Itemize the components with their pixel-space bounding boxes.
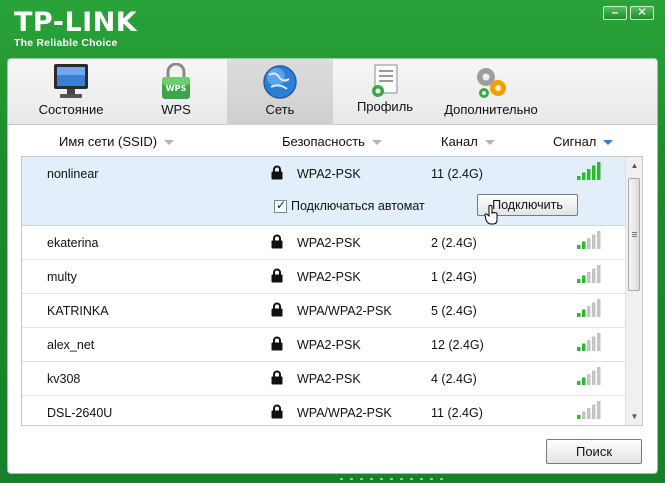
lock-icon (271, 165, 283, 183)
network-ssid: ekaterina (47, 236, 99, 250)
svg-text:WPS: WPS (166, 84, 187, 93)
hand-cursor-icon (484, 205, 500, 228)
signal-strength-icon (576, 400, 602, 423)
signal-strength-icon (576, 230, 602, 253)
network-ssid: DSL-2640U (47, 406, 113, 420)
scroll-thumb[interactable] (628, 178, 640, 291)
minimize-button[interactable]: – (603, 6, 627, 20)
document-icon (368, 63, 402, 104)
table-row[interactable]: alex_net WPA2-PSK 12 (2.4G) (22, 328, 626, 362)
wps-lock-icon: WPS (158, 62, 194, 104)
network-channel: 5 (2.4G) (431, 304, 477, 318)
tab-advanced-label: Дополнительно (444, 102, 538, 117)
tab-profile[interactable]: Профиль (335, 59, 435, 125)
signal-strength-icon (576, 332, 602, 355)
table-row-selected[interactable]: nonlinear WPA2-PSK 11 (2.4G) Подключатьс… (22, 157, 626, 226)
column-header-channel[interactable]: Канал (441, 134, 495, 149)
auto-connect-checkbox[interactable] (274, 198, 287, 213)
lock-icon (271, 336, 283, 354)
network-ssid: KATRINKA (47, 304, 109, 318)
scroll-up-arrow-icon[interactable]: ▲ (626, 157, 642, 174)
lock-icon (271, 302, 283, 320)
bottom-edge-decoration (340, 478, 443, 480)
table-row[interactable]: ekaterina WPA2-PSK 2 (2.4G) (22, 226, 626, 260)
network-ssid: nonlinear (47, 167, 99, 181)
brand-tagline: The Reliable Choice (14, 37, 118, 49)
network-security: WPA/WPA2-PSK (297, 406, 392, 420)
lock-icon (271, 370, 283, 388)
column-header-signal[interactable]: Сигнал (553, 134, 614, 149)
tp-link-utility-window: TP-LINK The Reliable Choice – ✕ Состояни… (0, 0, 665, 483)
sort-arrow-icon (164, 140, 175, 146)
tab-status[interactable]: Состояние (16, 59, 126, 125)
network-channel: 4 (2.4G) (431, 372, 477, 386)
column-header-security[interactable]: Безопасность (282, 134, 382, 149)
network-channel: 12 (2.4G) (431, 338, 484, 352)
auto-connect-label: Подключаться автомат (291, 199, 425, 213)
table-row[interactable]: multy WPA2-PSK 1 (2.4G) (22, 260, 626, 294)
signal-strength-icon (576, 161, 602, 184)
network-rows: nonlinear WPA2-PSK 11 (2.4G) Подключатьс… (22, 157, 626, 425)
sort-arrow-icon (371, 140, 382, 146)
network-security: WPA/WPA2-PSK (297, 304, 392, 318)
network-security: WPA2-PSK (297, 338, 361, 352)
close-button[interactable]: ✕ (630, 6, 654, 20)
network-channel: 2 (2.4G) (431, 236, 477, 250)
signal-strength-icon (576, 298, 602, 321)
auto-connect-option[interactable]: Подключаться автомат (274, 198, 425, 213)
network-channel: 1 (2.4G) (431, 270, 477, 284)
monitor-icon (51, 63, 91, 104)
sort-arrow-icon (484, 140, 495, 146)
column-header-ssid[interactable]: Имя сети (SSID) (59, 134, 175, 149)
lock-icon (271, 234, 283, 252)
network-security: WPA2-PSK (297, 167, 361, 181)
grip-icon (632, 232, 637, 237)
sort-arrow-active-icon (603, 140, 614, 146)
table-row[interactable]: KATRINKA WPA/WPA2-PSK 5 (2.4G) (22, 294, 626, 328)
brand-logo: TP-LINK The Reliable Choice (14, 7, 138, 50)
tab-advanced[interactable]: Дополнительно (436, 59, 546, 125)
network-channel: 11 (2.4G) (431, 406, 483, 420)
vertical-scrollbar[interactable]: ▲ ▼ (625, 157, 642, 425)
network-list: nonlinear WPA2-PSK 11 (2.4G) Подключатьс… (21, 156, 643, 426)
network-ssid: kv308 (47, 372, 81, 386)
tab-wps[interactable]: WPS WPS (126, 59, 226, 125)
brand-name: TP-LINK (14, 7, 138, 38)
lock-icon (271, 404, 283, 422)
gears-icon (471, 63, 511, 104)
network-channel: 11 (2.4G) (431, 167, 483, 181)
signal-strength-icon (576, 264, 602, 287)
scroll-down-arrow-icon[interactable]: ▼ (626, 408, 642, 425)
search-button[interactable]: Поиск (546, 439, 642, 464)
tab-network-label: Сеть (265, 102, 295, 117)
network-security: WPA2-PSK (297, 270, 361, 284)
network-security: WPA2-PSK (297, 236, 361, 250)
tab-status-label: Состояние (38, 102, 104, 117)
globe-icon (261, 63, 299, 104)
main-panel: Состояние WPS WPS Сеть Профиль Дополните… (7, 58, 658, 474)
tab-bar: Состояние WPS WPS Сеть Профиль Дополните… (8, 59, 657, 125)
tab-profile-label: Профиль (356, 99, 414, 114)
table-row[interactable]: DSL-2640U WPA/WPA2-PSK 11 (2.4G) (22, 396, 626, 425)
table-row[interactable]: kv308 WPA2-PSK 4 (2.4G) (22, 362, 626, 396)
network-ssid: alex_net (47, 338, 95, 352)
signal-strength-icon (576, 366, 602, 389)
tab-wps-label: WPS (161, 102, 191, 117)
network-ssid: multy (47, 270, 77, 284)
lock-icon (271, 268, 283, 286)
tab-network[interactable]: Сеть (227, 59, 333, 125)
network-security: WPA2-PSK (297, 372, 361, 386)
